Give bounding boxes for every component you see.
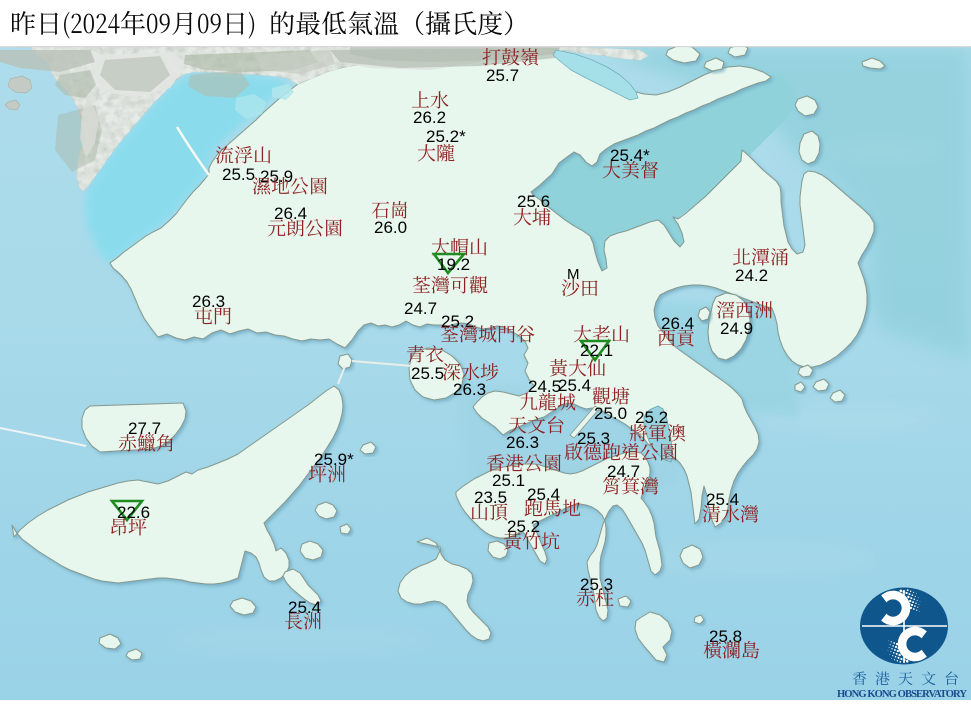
svg-text:26.2: 26.2 (413, 108, 446, 127)
svg-text:26.4: 26.4 (274, 204, 307, 223)
svg-text:26.4: 26.4 (661, 314, 694, 333)
svg-text:25.9*: 25.9* (314, 450, 354, 469)
svg-text:HONG KONG OBSERVATORY: HONG KONG OBSERVATORY (837, 689, 967, 700)
svg-text:25.0: 25.0 (594, 404, 627, 423)
svg-text:24.7: 24.7 (607, 462, 640, 481)
svg-text:22.1: 22.1 (580, 341, 613, 360)
svg-text:25.2: 25.2 (507, 517, 540, 536)
svg-text:24.7: 24.7 (404, 299, 437, 318)
svg-text:25.4: 25.4 (527, 485, 560, 504)
svg-text:26.3: 26.3 (506, 433, 539, 452)
svg-text:25.3: 25.3 (577, 429, 610, 448)
svg-text:25.7: 25.7 (486, 66, 519, 85)
svg-text:25.2*: 25.2* (426, 127, 466, 146)
svg-text:24.2: 24.2 (735, 266, 768, 285)
svg-text:25.6: 25.6 (517, 192, 550, 211)
svg-text:27.7: 27.7 (128, 419, 161, 438)
svg-text:25.5: 25.5 (411, 364, 444, 383)
svg-text:25.4*: 25.4* (610, 146, 650, 165)
svg-text:25.5: 25.5 (222, 165, 255, 184)
svg-text:24.5: 24.5 (528, 377, 561, 396)
svg-text:19.2: 19.2 (437, 255, 470, 274)
svg-text:24.9: 24.9 (720, 319, 753, 338)
svg-text:25.4: 25.4 (706, 490, 739, 509)
svg-text:26.0: 26.0 (374, 218, 407, 237)
svg-text:25.4: 25.4 (558, 376, 591, 395)
svg-text:25.9: 25.9 (260, 167, 293, 186)
svg-text:25.4: 25.4 (288, 598, 321, 617)
svg-text:26.3: 26.3 (453, 380, 486, 399)
